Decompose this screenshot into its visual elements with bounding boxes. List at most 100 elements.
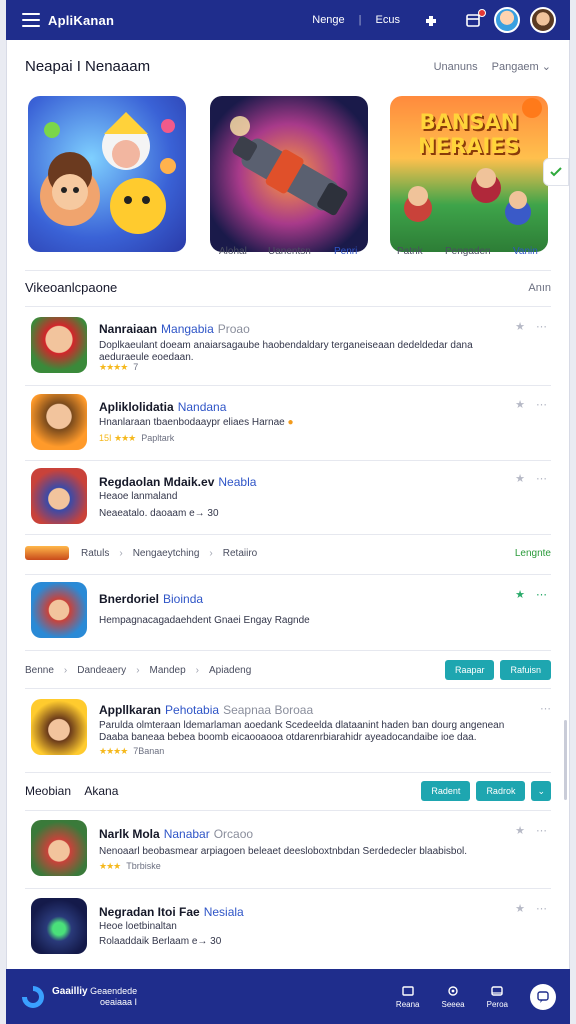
app-icon[interactable] (31, 317, 87, 373)
chat-icon (537, 990, 549, 1003)
favorite-icon[interactable]: ★ ⋯ (515, 472, 551, 485)
item-title: Narlk Mola Nanabar Orcaoo (99, 827, 253, 841)
list-item[interactable]: Appllkaran Pehotabia Seapnaa Boroaa Paruld… (25, 696, 551, 768)
featured-sort-dropdown[interactable]: Pangaem ⌄ (492, 60, 551, 73)
puzzle-icon[interactable] (420, 9, 442, 31)
featured-controls: Unanuns Pangaem ⌄ (434, 60, 551, 74)
avatar[interactable] (494, 7, 520, 33)
app-icon[interactable] (31, 820, 87, 876)
item-tag[interactable]: Nanabar (164, 827, 210, 841)
list-item[interactable]: Negradan Itoi Fae Nesiala Heoe loetbinalt… (25, 896, 551, 962)
item-description: Hempagnacagadaehdent Gnaei Engay Ragnde (99, 615, 310, 626)
chat-button[interactable] (530, 983, 556, 1010)
divider (25, 888, 551, 889)
item-name[interactable]: Regdaolan Mdaik.ev (99, 475, 214, 489)
bottom-nav-home[interactable]: Reana (396, 985, 420, 1009)
favorite-icon[interactable]: ★ ⋯ (515, 320, 551, 333)
item-name[interactable]: Narlk Mola (99, 827, 160, 841)
rating-stars: ★★★★ (99, 362, 128, 372)
item-name[interactable]: Bnerdoriel (99, 592, 159, 606)
breadcrumb-item[interactable]: Apiadeng (209, 665, 251, 676)
bottom-brand-sub-2: oeaiaaa I (100, 996, 138, 1007)
bottom-nav-profile[interactable]: Peroa (487, 985, 508, 1009)
breadcrumb-action-link[interactable]: Lengnte (515, 548, 551, 559)
item-description: Doplkaeulant doeam anaiarsagaube haobend… (99, 340, 473, 363)
item-name[interactable]: Nanraiaan (99, 322, 157, 336)
window-icon (402, 985, 414, 996)
game-2-artwork-icon (230, 116, 348, 216)
rating-stars: ★★★★ (99, 746, 128, 756)
primary-button[interactable]: Raapar (444, 660, 495, 680)
list-item[interactable]: Apliklolidatia Nandana Hnanlaraan tbaenbo… (25, 392, 551, 458)
calendar-icon[interactable] (462, 9, 486, 31)
featured-game-3[interactable]: BANSAN NERAIES (390, 96, 548, 252)
chevron-right-icon: › (209, 547, 213, 559)
scrollbar[interactable] (564, 720, 567, 800)
favorite-icon[interactable]: ★ ⋯ (515, 824, 551, 837)
app-brand[interactable]: ApliKanan (48, 13, 114, 28)
favorite-icon[interactable]: ★ ⋯ (515, 902, 551, 915)
app-icon[interactable] (31, 468, 87, 524)
breadcrumb-item[interactable]: Benne (25, 665, 54, 676)
item-tag[interactable]: Pehotabia (165, 703, 219, 717)
bottom-brand[interactable]: Gaailliy Geaendede oeaiaaa I (52, 986, 137, 1008)
top-nav-link-2[interactable]: Ecus (376, 14, 400, 26)
list-item[interactable]: Narlk Mola Nanabar Orcaoo Nenoaarl beobasm… (25, 818, 551, 884)
divider (25, 650, 551, 651)
item-tag[interactable]: Nesiala (204, 905, 244, 919)
secondary-button[interactable]: Rafuisn (500, 660, 551, 680)
breadcrumb-item[interactable]: Mandep (150, 665, 186, 676)
item-tag[interactable]: Nandana (178, 400, 227, 414)
featured-filter-link[interactable]: Unanuns (434, 61, 478, 73)
item-muted: Orcaoo (213, 827, 254, 841)
item-description: Nenoaarl beobasmear arpiagoen beleaet de… (99, 846, 468, 857)
badge-icon: ● (287, 417, 294, 428)
top-nav-link-1[interactable]: Nenge (312, 14, 344, 26)
app-icon[interactable] (31, 582, 87, 638)
bottom-nav-label: Peroa (486, 999, 508, 1009)
chevron-down-icon[interactable]: ⌄ (531, 781, 551, 801)
game-3-artwork-icon (404, 98, 542, 225)
favorite-icon[interactable]: ★ ⋯ (515, 588, 551, 601)
featured-game-2[interactable] (210, 96, 368, 252)
app-icon[interactable] (31, 699, 87, 755)
item-meta-text: 7Banan (133, 746, 165, 756)
app-icon[interactable] (31, 394, 87, 450)
bottom-nav-search[interactable]: Seeea (442, 985, 465, 1009)
item-title: Regdaolan Mdaik.ev Neabla (99, 475, 256, 489)
list-item[interactable]: Nanraiaan Mangabia Proao Doplkaeulant doea… (25, 314, 551, 384)
item-tag[interactable]: Bioinda (163, 592, 203, 606)
breadcrumb-item[interactable]: Retaiiro (223, 548, 257, 559)
thumbnail-icon (25, 546, 69, 560)
section-button-2[interactable]: Radrok (476, 781, 526, 801)
item-name[interactable]: Negradan Itoi Fae (99, 905, 200, 919)
section-title-2: Akana (84, 784, 119, 798)
item-meta-text: Papltark (141, 433, 175, 443)
menu-icon[interactable] (22, 13, 40, 27)
list-item[interactable]: Bnerdoriel Bioinda Hempagnacagadaehdent G… (25, 580, 551, 646)
bottom-bar: Gaailliy Geaendede oeaiaaa I Reana Seeea… (6, 969, 570, 1024)
app-icon[interactable] (31, 898, 87, 954)
divider (25, 306, 551, 307)
list-more-link[interactable]: Anın (528, 282, 551, 294)
section-button-1[interactable]: Radent (421, 781, 471, 801)
breadcrumb-item[interactable]: Dandeaery (77, 665, 126, 676)
item-name[interactable]: Appllkaran (99, 703, 161, 717)
breadcrumb-item[interactable]: Ratuls (81, 548, 109, 559)
side-expand-tab[interactable] (543, 158, 569, 186)
featured-game-1[interactable] (28, 96, 186, 252)
breadcrumb-item[interactable]: Nengaeytching (133, 548, 200, 559)
item-tag[interactable]: Neabla (218, 475, 256, 489)
more-icon[interactable]: ⋯ (540, 702, 551, 715)
list-item[interactable]: Regdaolan Mdaik.ev Neabla Heaoe lanmaland… (25, 466, 551, 532)
item-tag[interactable]: Mangabia (161, 322, 214, 336)
list-header: Vikeoanlcpaone Anın (25, 280, 551, 295)
divider (25, 772, 551, 773)
profile-avatar[interactable] (530, 7, 556, 33)
favorite-icon[interactable]: ★ ⋯ (515, 398, 551, 411)
divider (25, 534, 551, 535)
item-name[interactable]: Apliklolidatia (99, 400, 174, 414)
featured-caption-3[interactable]: Penri (334, 246, 357, 257)
featured-caption-6[interactable]: Vanin (513, 246, 538, 257)
item-meta: 15I ★★★ Papltark (99, 433, 174, 444)
